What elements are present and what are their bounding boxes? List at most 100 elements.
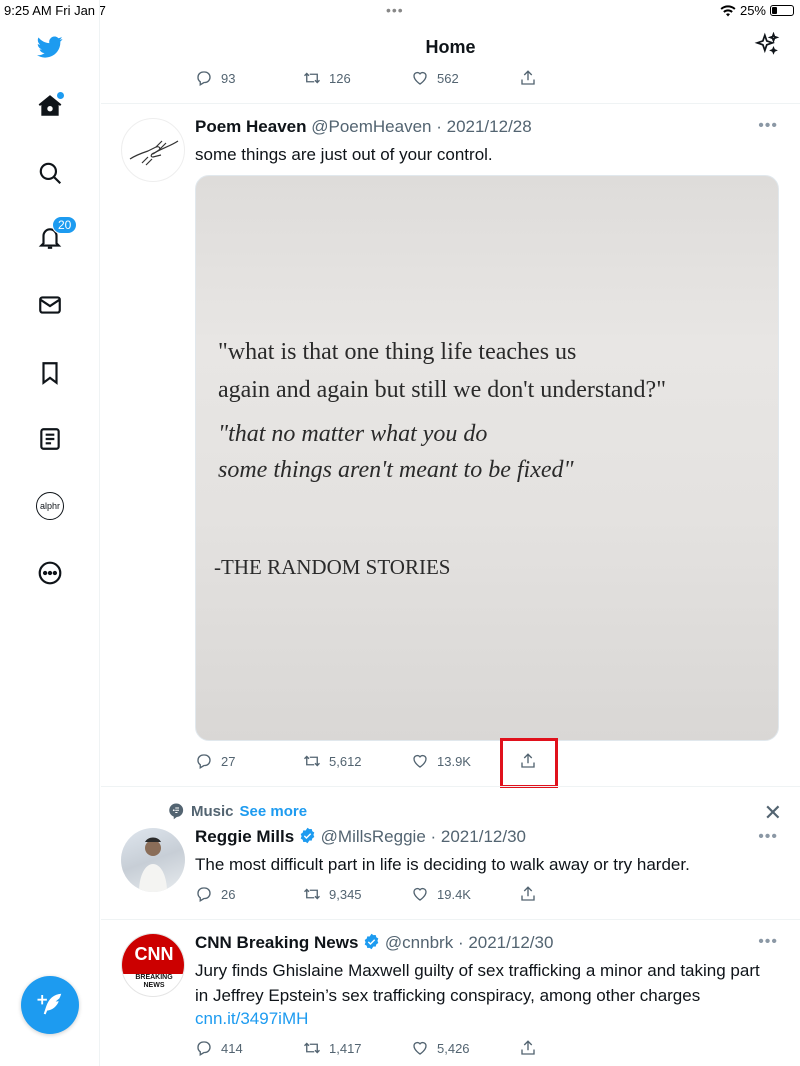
verified-badge-icon [300, 827, 315, 844]
tweet-link[interactable]: cnn.it/3497iMH [195, 1006, 775, 1031]
like-button[interactable]: 562 [411, 69, 519, 87]
home-new-dot [57, 92, 64, 99]
avatar[interactable] [121, 118, 185, 182]
reply-button[interactable]: 414 [195, 1039, 303, 1057]
image-text-line: some things aren't meant to be fixed" [218, 457, 574, 483]
see-more-link[interactable]: See more [240, 803, 308, 820]
more-options-icon[interactable] [30, 553, 70, 593]
tweet-actions: 26 9,345 19.4K [195, 885, 627, 903]
top-tweets-sparkle-icon[interactable] [754, 32, 780, 58]
share-button-highlight [500, 738, 558, 788]
tweet-header: Poem Heaven @PoemHeaven · 2021/12/28 [195, 117, 532, 137]
image-text-line: again and again but still we don't under… [218, 377, 667, 403]
author-handle[interactable]: @PoemHeaven [311, 117, 431, 136]
heart-icon [413, 1041, 427, 1055]
close-icon[interactable]: ✕ [764, 800, 782, 826]
image-text-line: "that no matter what you do [218, 421, 488, 447]
bookmark-icon[interactable] [30, 353, 70, 393]
tweet-more-icon[interactable]: ••• [758, 117, 778, 135]
like-count: 13.9K [437, 753, 471, 769]
avatar[interactable]: CNN BREAKING NEWS [121, 933, 185, 997]
reply-button[interactable]: 93 [195, 69, 303, 87]
tweet-actions: 27 5,612 13.9K [195, 752, 627, 770]
home-icon[interactable] [30, 86, 70, 126]
retweet-icon [304, 72, 320, 84]
topic-label[interactable]: Music [191, 803, 234, 820]
like-count: 5,426 [437, 1040, 470, 1056]
lists-icon[interactable] [30, 419, 70, 459]
heart-icon [413, 71, 427, 85]
share-button[interactable] [519, 885, 627, 903]
reply-icon [197, 1041, 211, 1056]
profile-avatar-label: alphr [36, 492, 64, 520]
tweet-more-icon[interactable]: ••• [758, 933, 778, 951]
reply-button[interactable]: 27 [195, 752, 303, 770]
retweet-count: 5,612 [329, 753, 362, 769]
reply-icon [197, 887, 211, 902]
retweet-count: 1,417 [329, 1040, 362, 1056]
retweet-icon [304, 888, 320, 900]
like-count: 19.4K [437, 886, 471, 902]
notifications-bell-icon[interactable]: 20 [30, 216, 78, 258]
tweet-image[interactable]: "what is that one thing life teaches us … [195, 175, 779, 741]
divider [101, 786, 800, 787]
retweet-icon [304, 755, 320, 767]
heart-icon [413, 887, 427, 901]
tweet-text: some things are just out of your control… [195, 145, 493, 164]
author-handle[interactable]: @cnnbrk [385, 933, 453, 952]
reply-icon [197, 754, 211, 769]
tweet-actions: 414 1,417 5,426 [195, 1039, 627, 1057]
retweet-count: 126 [329, 70, 351, 86]
divider [101, 919, 800, 920]
cnn-logo: CNN [122, 934, 184, 974]
tweet-more-icon[interactable]: ••• [758, 828, 778, 846]
author-name[interactable]: CNN Breaking News [195, 933, 358, 952]
avatar[interactable] [121, 828, 185, 892]
author-name[interactable]: Poem Heaven [195, 117, 307, 136]
share-button[interactable] [519, 69, 627, 87]
reply-button[interactable]: 26 [195, 885, 303, 903]
tweet-header: CNN Breaking News @cnnbrk · 2021/12/30 [195, 933, 553, 953]
like-button[interactable]: 5,426 [411, 1039, 519, 1057]
tweet-date[interactable]: · 2021/12/28 [436, 117, 531, 136]
author-name[interactable]: Reggie Mills [195, 827, 294, 846]
retweet-button[interactable]: 9,345 [303, 885, 411, 903]
person-photo-icon [139, 837, 167, 892]
share-icon [521, 70, 535, 85]
sidebar: 20 alphr [0, 0, 100, 1066]
topic-context: Music See more [167, 802, 307, 820]
retweet-count: 9,345 [329, 886, 362, 902]
retweet-button[interactable]: 126 [303, 69, 411, 87]
twitter-logo-icon[interactable] [30, 27, 70, 67]
like-button[interactable]: 19.4K [411, 885, 519, 903]
tweet-date[interactable]: · 2021/12/30 [458, 933, 553, 952]
retweet-button[interactable]: 1,417 [303, 1039, 411, 1057]
verified-badge-icon [364, 933, 379, 950]
cnn-logo-subtitle: BREAKING NEWS [135, 974, 173, 989]
reply-icon [197, 71, 211, 86]
retweet-button[interactable]: 5,612 [303, 752, 411, 770]
tweet-header: Reggie Mills @MillsReggie · 2021/12/30 [195, 827, 526, 847]
share-button[interactable] [519, 1039, 627, 1057]
reply-count: 26 [221, 886, 236, 902]
tweet-actions-previous: 93 126 562 [195, 69, 627, 87]
topic-icon [169, 803, 184, 820]
messages-envelope-icon[interactable] [30, 285, 70, 325]
image-text-line: -THE RANDOM STORIES [214, 555, 451, 579]
retweet-icon [304, 1042, 320, 1054]
tweet-text: The most difficult part in life is decid… [195, 855, 690, 874]
profile-avatar[interactable]: alphr [30, 486, 70, 526]
tweet-text: Jury finds Ghislaine Maxwell guilty of s… [195, 961, 760, 1005]
like-count: 562 [437, 70, 459, 86]
reply-count: 93 [221, 70, 236, 86]
heart-icon [413, 754, 427, 768]
share-icon [521, 886, 535, 901]
author-handle[interactable]: @MillsReggie [321, 827, 426, 846]
search-icon[interactable] [30, 153, 70, 193]
header: Home [101, 22, 800, 70]
share-icon [521, 1040, 535, 1055]
notification-badge: 20 [52, 216, 78, 234]
compose-tweet-button[interactable] [21, 976, 79, 1034]
image-text-line: "what is that one thing life teaches us [218, 339, 577, 365]
tweet-date[interactable]: · 2021/12/30 [431, 827, 526, 846]
